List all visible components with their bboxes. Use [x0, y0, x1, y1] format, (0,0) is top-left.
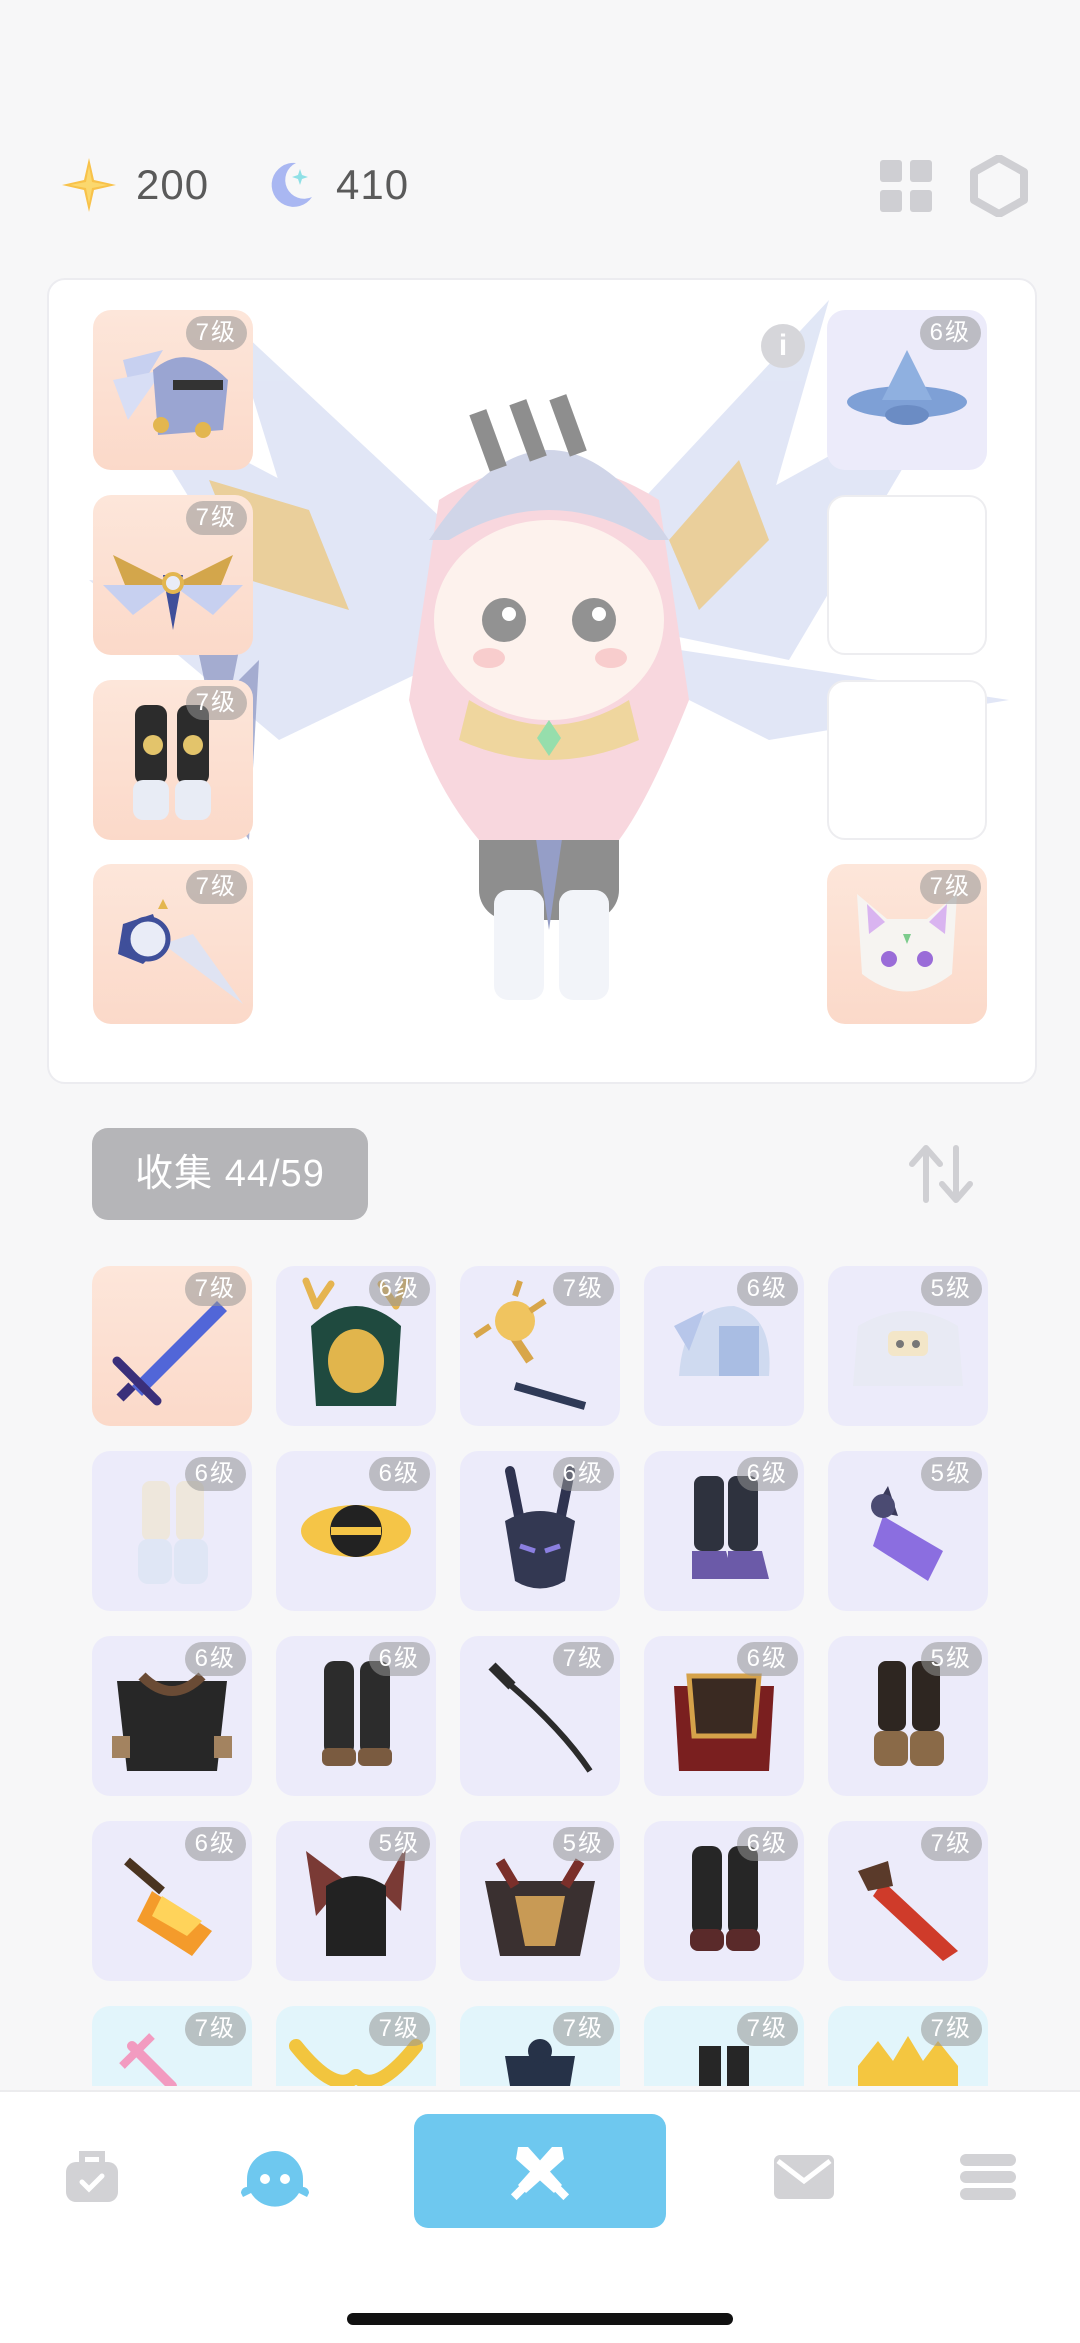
- collection-item-slot[interactable]: 6级: [644, 1266, 804, 1426]
- level-badge: 7级: [552, 1272, 614, 1306]
- nav-bag[interactable]: [42, 2132, 142, 2222]
- empty-equip-slot[interactable]: [827, 495, 987, 655]
- collection-item-slot[interactable]: 7级: [644, 2006, 804, 2086]
- equipped-pants-slot[interactable]: 7级: [93, 680, 253, 840]
- moon-count: 410: [336, 161, 410, 208]
- collection-item-slot[interactable]: 6级: [644, 1451, 804, 1611]
- collection-item-slot[interactable]: 6级: [644, 1821, 804, 1981]
- level-badge: 7级: [552, 2012, 614, 2046]
- collection-item-slot[interactable]: 7级: [828, 1821, 988, 1981]
- level-badge: 7级: [919, 870, 981, 904]
- equipped-armor-slot[interactable]: 7级: [93, 495, 253, 655]
- level-badge: 7级: [184, 1272, 246, 1306]
- bottom-nav: [0, 2090, 1080, 2343]
- collection-item-slot[interactable]: 6级: [460, 1451, 620, 1611]
- level-badge: 6级: [368, 1457, 430, 1491]
- level-badge: 7级: [368, 2012, 430, 2046]
- level-badge: 7级: [185, 501, 247, 535]
- level-badge: 6级: [736, 1457, 798, 1491]
- battle-icon: [510, 2147, 570, 2201]
- collection-item-slot[interactable]: 5级: [828, 1636, 988, 1796]
- hexagon-settings-icon[interactable]: [970, 155, 1028, 217]
- character-panel: i 7级 7级 7级 7级 6级 7级: [47, 278, 1037, 1084]
- equipped-weapon-slot[interactable]: 7级: [93, 864, 253, 1024]
- nav-character[interactable]: [225, 2132, 325, 2222]
- level-badge: 6级: [552, 1457, 614, 1491]
- level-badge: 7级: [184, 2012, 246, 2046]
- equipped-hat-slot[interactable]: 6级: [827, 310, 987, 470]
- nav-mail[interactable]: [754, 2132, 854, 2222]
- level-badge: 5级: [368, 1827, 430, 1861]
- moon-icon: [271, 162, 312, 207]
- equipped-mask-slot[interactable]: 7级: [827, 864, 987, 1024]
- level-badge: 7级: [552, 1642, 614, 1676]
- collection-item-slot[interactable]: 7级: [92, 2006, 252, 2086]
- character-icon: [241, 2151, 309, 2207]
- level-badge: 6级: [919, 316, 981, 350]
- equipped-helmet-slot[interactable]: 7级: [93, 310, 253, 470]
- collection-item-slot[interactable]: 7级: [460, 1636, 620, 1796]
- star-currency: 200: [60, 150, 209, 220]
- level-badge: 6级: [368, 1272, 430, 1306]
- collection-item-slot[interactable]: 6级: [276, 1266, 436, 1426]
- collection-item-slot[interactable]: 5级: [828, 1266, 988, 1426]
- nav-battle-button[interactable]: [414, 2114, 666, 2228]
- level-badge: 5级: [920, 1642, 982, 1676]
- collection-count-button[interactable]: 收集 44/59: [92, 1128, 368, 1220]
- collection-item-slot[interactable]: 6级: [92, 1451, 252, 1611]
- collection-item-slot[interactable]: 6级: [276, 1636, 436, 1796]
- collection-item-slot[interactable]: 5级: [460, 1821, 620, 1981]
- bag-icon: [66, 2151, 118, 2202]
- collection-grid: 7级 6级 7级 6级 5级 6级 6级 6级 6级 5级 6级 6级 7级 6级 5级 6级 5级 5级 6级 7级…: [92, 1266, 992, 2086]
- level-badge: 6级: [736, 1272, 798, 1306]
- empty-equip-slot[interactable]: [827, 680, 987, 840]
- star-icon: [62, 158, 116, 212]
- moon-currency: 410: [262, 150, 409, 220]
- grid-icon[interactable]: [878, 158, 934, 214]
- level-badge: 7级: [736, 2012, 798, 2046]
- collection-item-slot[interactable]: 7级: [828, 2006, 988, 2086]
- collection-item-slot[interactable]: 7级: [276, 2006, 436, 2086]
- collection-item-slot[interactable]: 5级: [828, 1451, 988, 1611]
- level-badge: 7级: [920, 2012, 982, 2046]
- collection-item-slot[interactable]: 6级: [644, 1636, 804, 1796]
- info-button[interactable]: i: [761, 324, 805, 368]
- sort-icon[interactable]: [906, 1142, 976, 1206]
- collection-item-slot[interactable]: 6级: [92, 1636, 252, 1796]
- level-badge: 5级: [920, 1272, 982, 1306]
- nav-menu[interactable]: [938, 2132, 1038, 2222]
- level-badge: 7级: [185, 870, 247, 904]
- home-indicator: [347, 2313, 733, 2325]
- level-badge: 6级: [184, 1457, 246, 1491]
- level-badge: 5级: [920, 1457, 982, 1491]
- collection-item-slot[interactable]: 7级: [92, 1266, 252, 1426]
- collection-item-slot[interactable]: 6级: [92, 1821, 252, 1981]
- collection-item-slot[interactable]: 7级: [460, 1266, 620, 1426]
- level-badge: 7级: [920, 1827, 982, 1861]
- level-badge: 5级: [552, 1827, 614, 1861]
- collection-item-slot[interactable]: 5级: [276, 1821, 436, 1981]
- level-badge: 6级: [368, 1642, 430, 1676]
- star-count: 200: [136, 161, 210, 208]
- level-badge: 6级: [184, 1642, 246, 1676]
- level-badge: 6级: [736, 1642, 798, 1676]
- collection-item-slot[interactable]: 7级: [460, 2006, 620, 2086]
- level-badge: 7级: [185, 686, 247, 720]
- level-badge: 6级: [736, 1827, 798, 1861]
- menu-icon: [960, 2154, 1016, 2200]
- level-badge: 7级: [185, 316, 247, 350]
- mail-icon: [774, 2155, 834, 2199]
- level-badge: 6级: [184, 1827, 246, 1861]
- collection-item-slot[interactable]: 6级: [276, 1451, 436, 1611]
